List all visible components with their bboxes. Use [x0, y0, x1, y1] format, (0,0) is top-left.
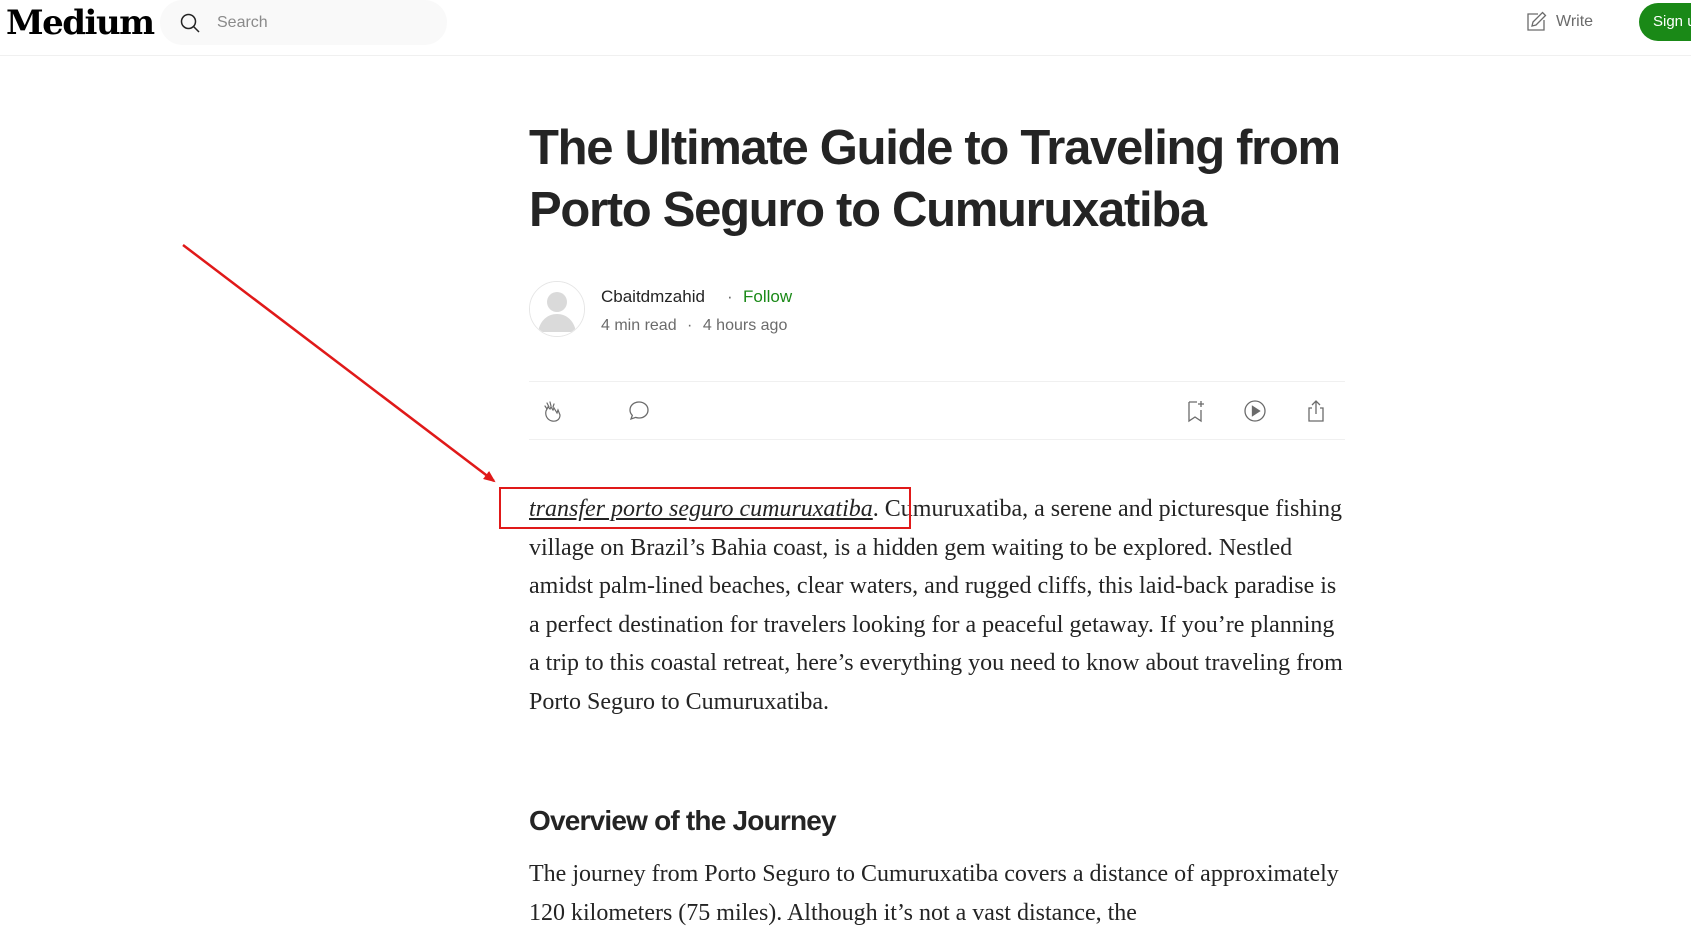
author-name[interactable]: Cbaitdmzahid: [601, 287, 705, 307]
medium-logo[interactable]: Medium: [6, 1, 155, 45]
article-meta: 4 min read · 4 hours ago: [601, 317, 793, 335]
avatar[interactable]: [529, 281, 585, 337]
listen-icon[interactable]: [1242, 398, 1268, 424]
signup-button[interactable]: Sign up: [1639, 3, 1691, 41]
default-avatar-icon: [530, 282, 584, 336]
comment-icon[interactable]: [626, 398, 652, 424]
top-navigation-bar: Medium Write Sign up: [0, 0, 1691, 56]
follow-button[interactable]: Follow: [743, 287, 792, 307]
share-icon[interactable]: [1303, 398, 1329, 424]
section-heading: Overview of the Journey: [529, 805, 837, 836]
search-icon: [178, 11, 202, 35]
article-action-bar: [529, 381, 1345, 440]
write-button[interactable]: Write: [1524, 8, 1593, 36]
read-time: 4 min read: [601, 317, 677, 334]
search-bar[interactable]: [160, 0, 447, 45]
search-input[interactable]: [215, 12, 439, 34]
pencil-icon: [1524, 10, 1548, 34]
article-title: The Ultimate Guide to Traveling from Por…: [529, 121, 1341, 237]
bookmark-icon[interactable]: [1182, 398, 1208, 424]
separator-dot: ·: [727, 287, 733, 306]
clap-icon[interactable]: [539, 398, 565, 424]
highlight-box: [499, 487, 911, 529]
section-paragraph: The journey from Porto Seguro to Cumurux…: [529, 861, 1339, 926]
published-time: 4 hours ago: [702, 317, 788, 334]
author-info: Cbaitdmzahid · Follow 4 min read · 4 hou…: [529, 281, 1345, 341]
meta-separator: ·: [687, 317, 693, 334]
write-label: Write: [1556, 13, 1594, 30]
